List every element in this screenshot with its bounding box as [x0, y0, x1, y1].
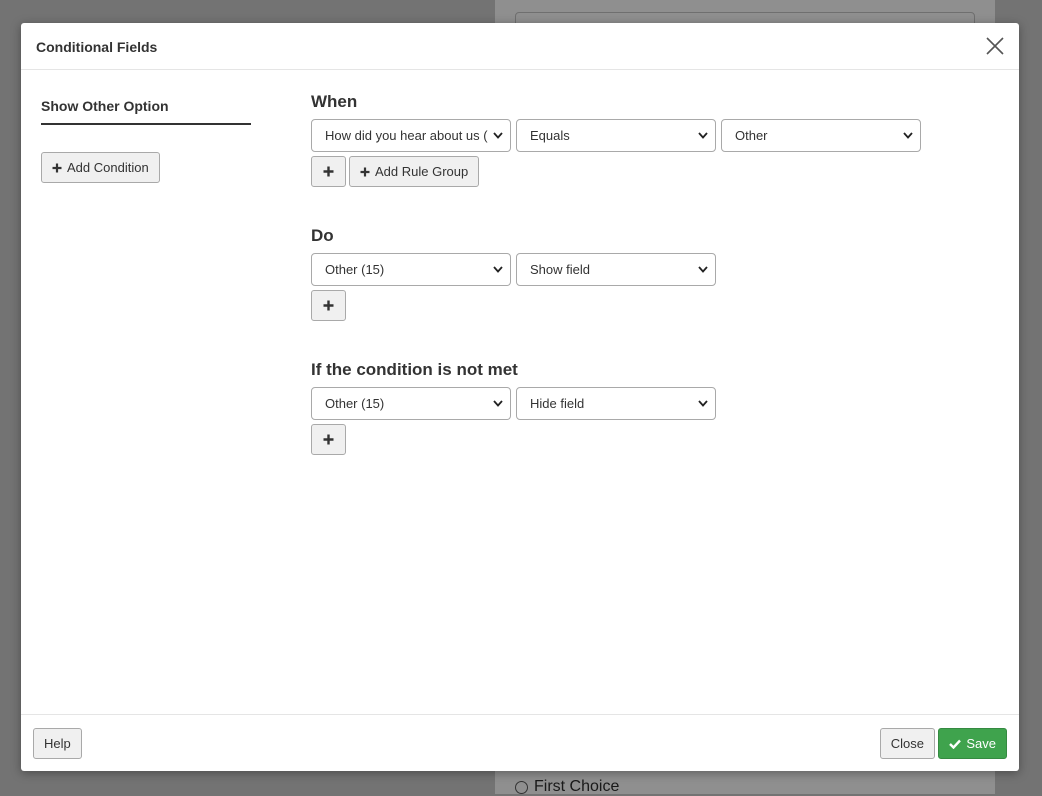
else-field-select[interactable]: Other (15)	[311, 387, 511, 420]
modal-header: Conditional Fields	[21, 23, 1019, 70]
when-operator-select[interactable]: Equals	[516, 119, 716, 152]
save-label: Save	[966, 736, 996, 751]
help-label: Help	[44, 736, 71, 751]
plus-icon	[52, 163, 62, 172]
chevron-down-icon	[698, 400, 708, 407]
else-action-select[interactable]: Hide field	[516, 387, 716, 420]
chevron-down-icon	[493, 400, 503, 407]
add-rule-button[interactable]	[311, 156, 346, 187]
plus-icon	[360, 167, 370, 176]
chevron-down-icon	[903, 132, 913, 139]
add-else-action-button[interactable]	[311, 424, 346, 455]
when-value-select[interactable]: Other	[721, 119, 921, 152]
plus-icon	[323, 434, 334, 445]
close-button[interactable]: Close	[879, 728, 935, 759]
when-title: When	[311, 92, 358, 111]
when-field-select[interactable]: How did you hear about us (	[311, 119, 511, 152]
modal-title: Conditional Fields	[36, 39, 158, 55]
add-action-button[interactable]	[311, 290, 346, 321]
add-rule-group-label: Add Rule Group	[375, 164, 469, 179]
add-condition-button[interactable]: Add Condition	[41, 152, 160, 183]
chevron-down-icon	[698, 266, 708, 273]
do-section: Do Other (15) Show field	[311, 225, 951, 321]
when-section: When How did you hear about us ( Equals …	[311, 91, 951, 187]
background-radio-choice: First Choice	[515, 778, 619, 796]
do-title: Do	[311, 226, 334, 245]
check-icon	[949, 739, 962, 749]
condition-tab[interactable]: Show Other Option	[41, 93, 251, 125]
close-label: Close	[890, 736, 924, 751]
chevron-down-icon	[493, 132, 503, 139]
background-choice-label: First Choice	[534, 778, 620, 795]
help-button[interactable]: Help	[33, 728, 82, 759]
chevron-down-icon	[493, 266, 503, 273]
chevron-down-icon	[698, 132, 708, 139]
modal-footer: Help Close Save	[21, 714, 1019, 771]
add-rule-group-button[interactable]: Add Rule Group	[349, 156, 480, 187]
do-action-select[interactable]: Show field	[516, 253, 716, 286]
plus-icon	[323, 166, 334, 177]
save-button[interactable]: Save	[938, 728, 1007, 759]
plus-icon	[323, 300, 334, 311]
else-section: If the condition is not met Other (15) H…	[311, 359, 951, 455]
do-field-select[interactable]: Other (15)	[311, 253, 511, 286]
condition-editor: When How did you hear about us ( Equals …	[311, 91, 951, 493]
else-title: If the condition is not met	[311, 360, 518, 379]
add-condition-label: Add Condition	[67, 160, 149, 175]
radio-icon	[515, 780, 528, 794]
close-icon[interactable]	[985, 36, 1005, 56]
conditions-sidebar: Show Other Option Add Condition	[41, 93, 251, 183]
conditional-fields-modal: Conditional Fields Show Other Option Add…	[21, 23, 1019, 771]
